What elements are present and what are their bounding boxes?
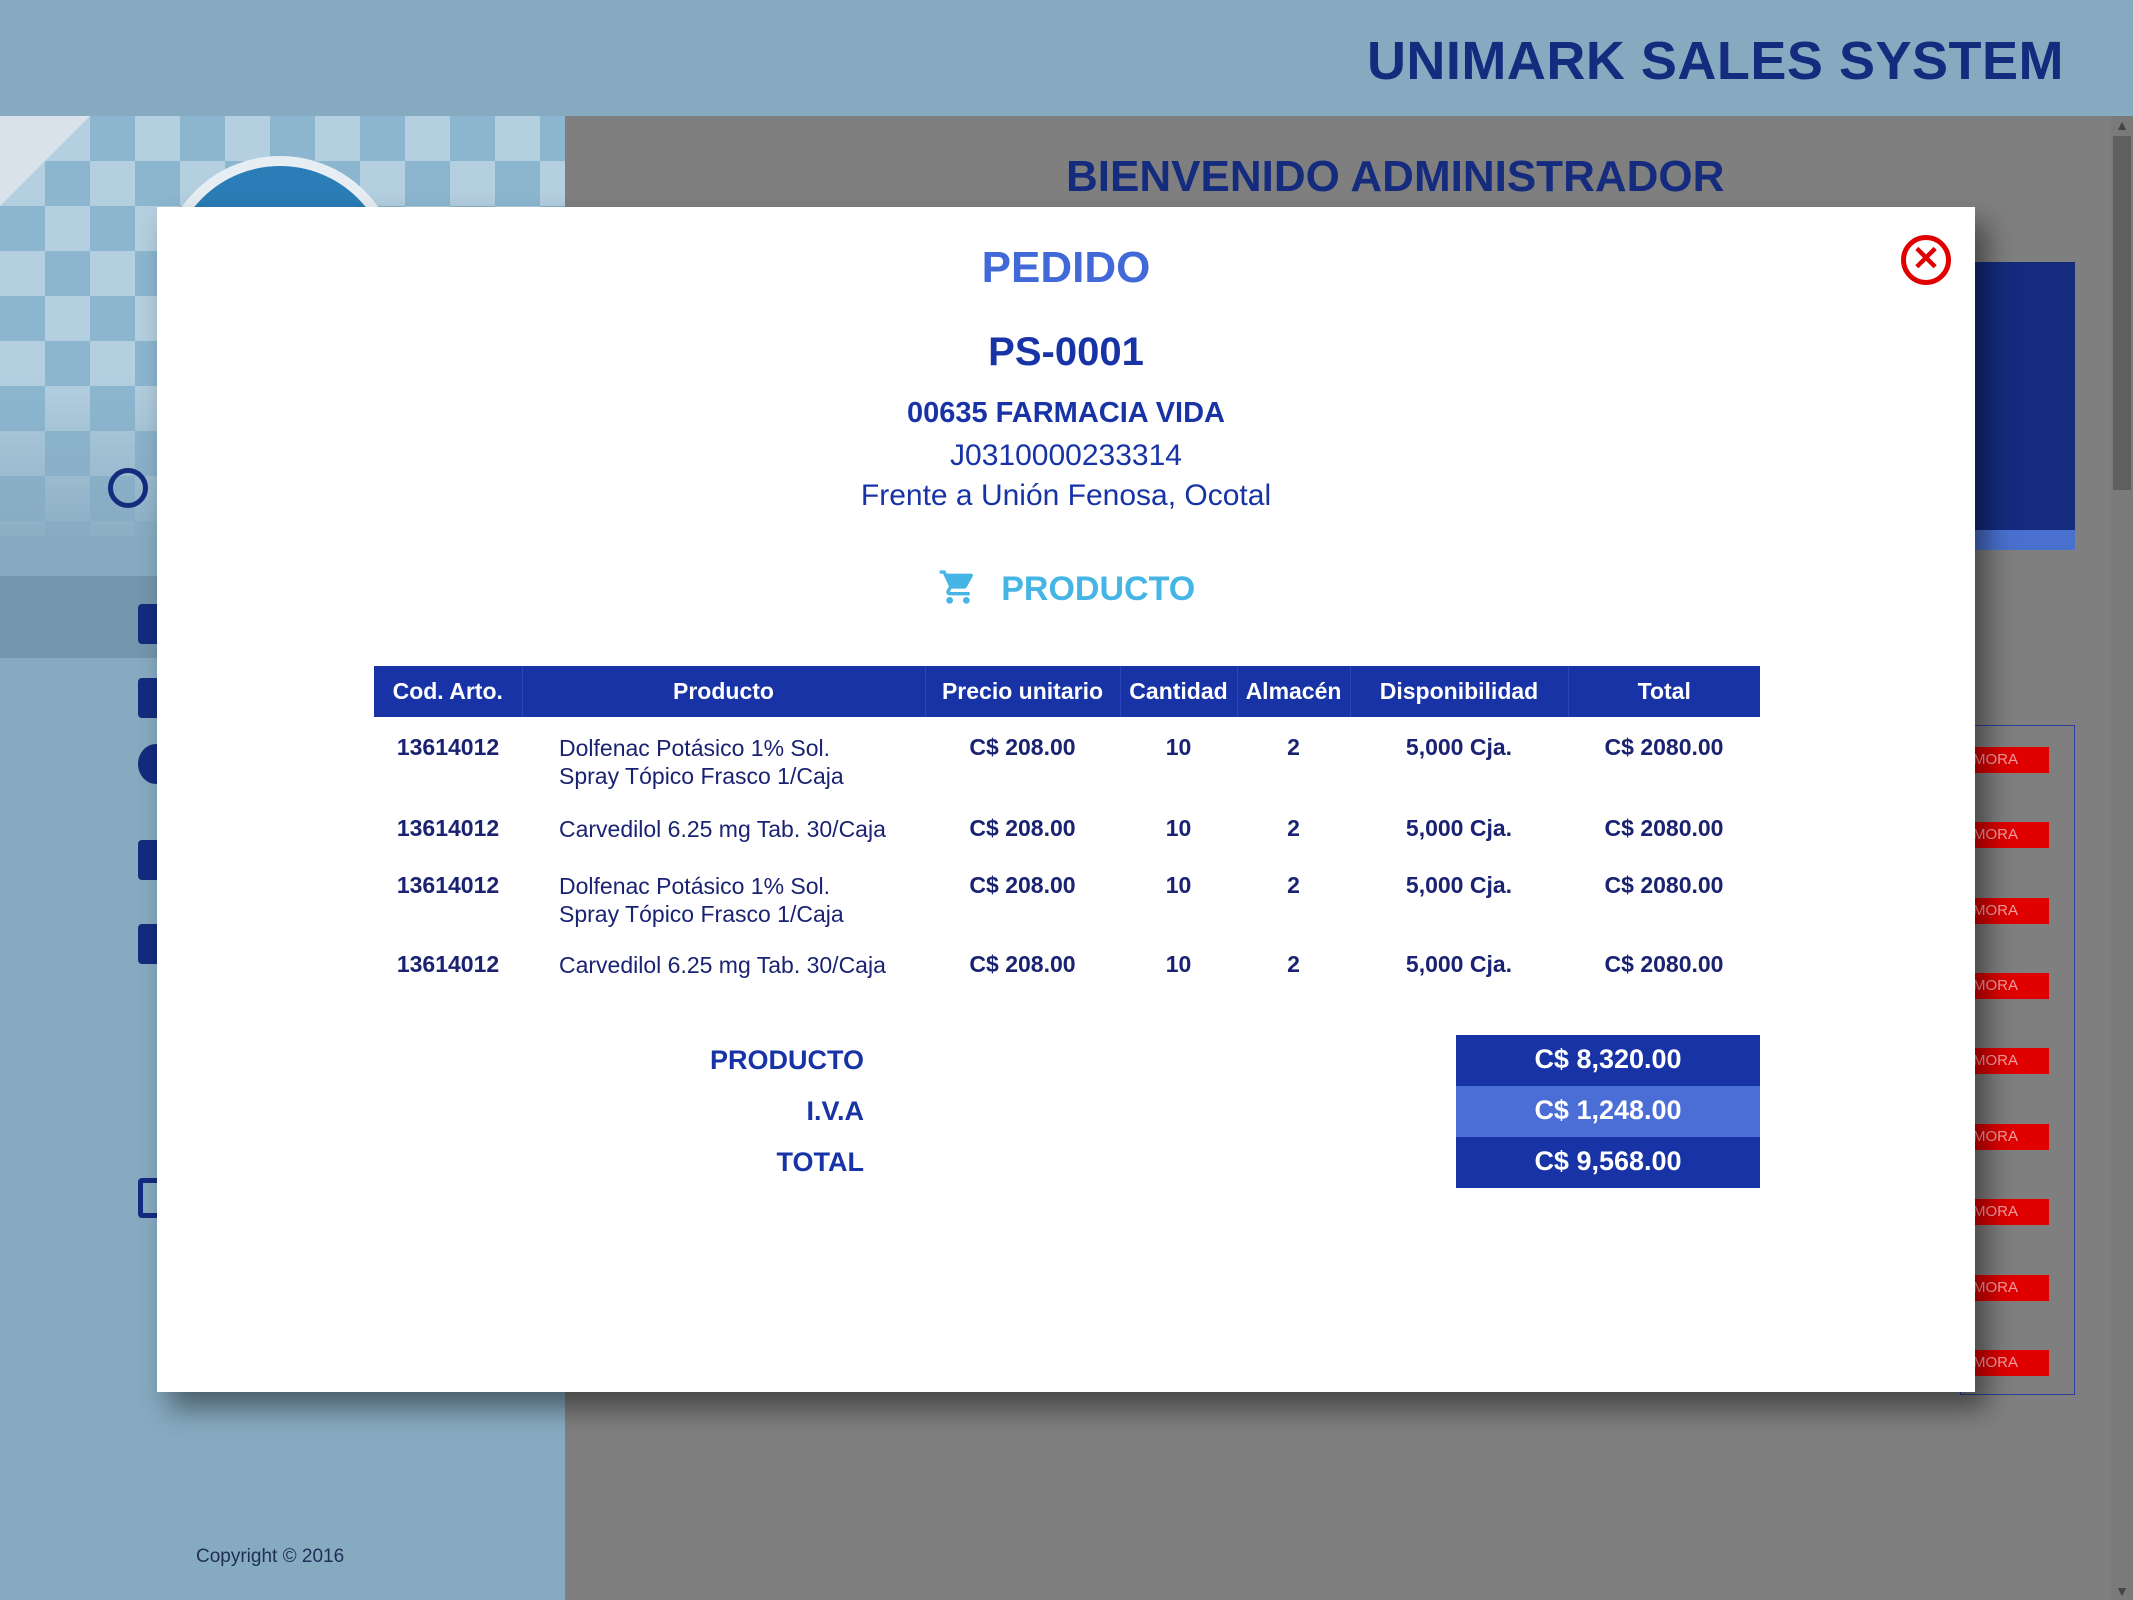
- column-header-quantity: Cantidad: [1119, 666, 1237, 717]
- item-product-line: Carvedilol 6.25 mg Tab. 30/Caja: [559, 952, 886, 978]
- copyright: Copyright © 2016: [196, 1546, 345, 1567]
- item-quantity: 10: [1165, 734, 1192, 760]
- item-unit-price: C$ 208.00: [969, 734, 1076, 760]
- product-section-heading: PRODUCTO: [157, 567, 1975, 613]
- scroll-up-icon[interactable]: ▲: [2113, 116, 2131, 134]
- item-product-line: Spray Tópico Frasco 1/Caja: [559, 763, 844, 789]
- item-warehouse: 2: [1287, 815, 1300, 841]
- subtotal-label: PRODUCTO: [709, 1045, 864, 1075]
- customer-name: 00635 FARMACIA VIDA: [906, 397, 1225, 429]
- status-badge: MORA: [1965, 747, 2049, 773]
- item-total: C$ 2080.00: [1604, 815, 1724, 841]
- item-code: 13614012: [396, 872, 500, 898]
- column-header-availability: Disponibilidad: [1349, 666, 1568, 717]
- app-title: UNIMARK SALES SYSTEM: [1366, 31, 2064, 91]
- status-badge: MORA: [1965, 1275, 2049, 1301]
- user-avatar-icon[interactable]: [108, 468, 148, 508]
- item-product: Dolfenac Potásico 1% Sol. Spray Tópico Fr…: [522, 855, 925, 936]
- top-bar: UNIMARK SALES SYSTEM: [0, 0, 2133, 116]
- tax-label: I.V.A: [806, 1096, 864, 1126]
- item-product: Carvedilol 6.25 mg Tab. 30/Caja: [522, 798, 925, 855]
- tax-value: C$ 1,248.00: [1456, 1086, 1760, 1137]
- item-availability: 5,000 Cja.: [1405, 815, 1513, 841]
- column-header-warehouse: Almacén: [1236, 666, 1350, 717]
- column-header-total: Total: [1567, 666, 1760, 717]
- status-badge: MORA: [1965, 1199, 2049, 1225]
- customer-ruc: J0310000233314: [950, 439, 1182, 472]
- item-product: Dolfenac Potásico 1% Sol. Spray Tópico Fr…: [522, 717, 925, 798]
- table-row[interactable]: 13614012 Carvedilol 6.25 mg Tab. 30/Caja…: [374, 798, 1760, 855]
- product-section-label: PRODUCTO: [1001, 570, 1196, 608]
- welcome-heading: BIENVENIDO ADMINISTRADOR: [1066, 152, 1725, 201]
- total-value: C$ 9,568.00: [1456, 1137, 1760, 1188]
- item-quantity: 10: [1165, 872, 1192, 898]
- item-total: C$ 2080.00: [1604, 951, 1724, 977]
- item-product-line: Spray Tópico Frasco 1/Caja: [559, 901, 844, 927]
- table-row[interactable]: 13614012 Dolfenac Potásico 1% Sol. Spray …: [374, 855, 1760, 936]
- scrollbar-thumb[interactable]: [2113, 136, 2131, 490]
- item-unit-price: C$ 208.00: [969, 872, 1076, 898]
- status-badge: MORA: [1965, 822, 2049, 848]
- table-row[interactable]: 13614012 Carvedilol 6.25 mg Tab. 30/Caja…: [374, 936, 1760, 1007]
- item-total: C$ 2080.00: [1604, 734, 1724, 760]
- scroll-down-icon[interactable]: ▼: [2113, 1582, 2131, 1600]
- item-product-line: Dolfenac Potásico 1% Sol.: [559, 735, 831, 761]
- item-warehouse: 2: [1287, 951, 1300, 977]
- item-code: 13614012: [396, 951, 500, 977]
- item-product-line: Dolfenac Potásico 1% Sol.: [559, 873, 831, 899]
- item-unit-price: C$ 208.00: [969, 815, 1076, 841]
- subtotal-value: C$ 8,320.00: [1456, 1035, 1760, 1086]
- item-warehouse: 2: [1287, 872, 1300, 898]
- item-unit-price: C$ 208.00: [969, 951, 1076, 977]
- item-code: 13614012: [396, 734, 500, 760]
- status-badge: MORA: [1965, 973, 2049, 999]
- total-label: TOTAL: [776, 1147, 865, 1177]
- column-header-unit-price: Precio unitario: [924, 666, 1120, 717]
- item-product-line: Carvedilol 6.25 mg Tab. 30/Caja: [559, 816, 886, 842]
- item-availability: 5,000 Cja.: [1405, 734, 1513, 760]
- item-product: Carvedilol 6.25 mg Tab. 30/Caja: [522, 936, 925, 1007]
- status-badge: MORA: [1965, 1350, 2049, 1376]
- item-code: 13614012: [396, 815, 500, 841]
- table-row[interactable]: 13614012 Dolfenac Potásico 1% Sol. Spray …: [374, 717, 1760, 798]
- item-total: C$ 2080.00: [1604, 872, 1724, 898]
- item-availability: 5,000 Cja.: [1405, 951, 1513, 977]
- item-quantity: 10: [1165, 951, 1192, 977]
- order-items-table: Cod. Arto. Producto Precio unitario Cant…: [374, 666, 1760, 1007]
- status-badge: MORA: [1965, 1124, 2049, 1150]
- item-warehouse: 2: [1287, 734, 1300, 760]
- item-availability: 5,000 Cja.: [1405, 872, 1513, 898]
- page-curl-decoration: [0, 116, 90, 206]
- modal-title: PEDIDO: [981, 243, 1151, 292]
- status-badge: MORA: [1965, 898, 2049, 924]
- status-badge: MORA: [1965, 1048, 2049, 1074]
- column-header-code: Cod. Arto.: [374, 666, 522, 717]
- order-modal: ✕ PEDIDO PS-0001 00635 FARMACIA VIDA J03…: [157, 207, 1975, 1392]
- order-number: PS-0001: [988, 330, 1144, 374]
- customer-address: Frente a Unión Fenosa, Ocotal: [860, 479, 1272, 512]
- item-quantity: 10: [1165, 815, 1192, 841]
- shopping-cart-icon: [937, 567, 979, 612]
- column-header-product: Producto: [521, 666, 925, 717]
- summary-panel: [1960, 262, 2075, 550]
- table-header-row: Cod. Arto. Producto Precio unitario Cant…: [374, 666, 1760, 717]
